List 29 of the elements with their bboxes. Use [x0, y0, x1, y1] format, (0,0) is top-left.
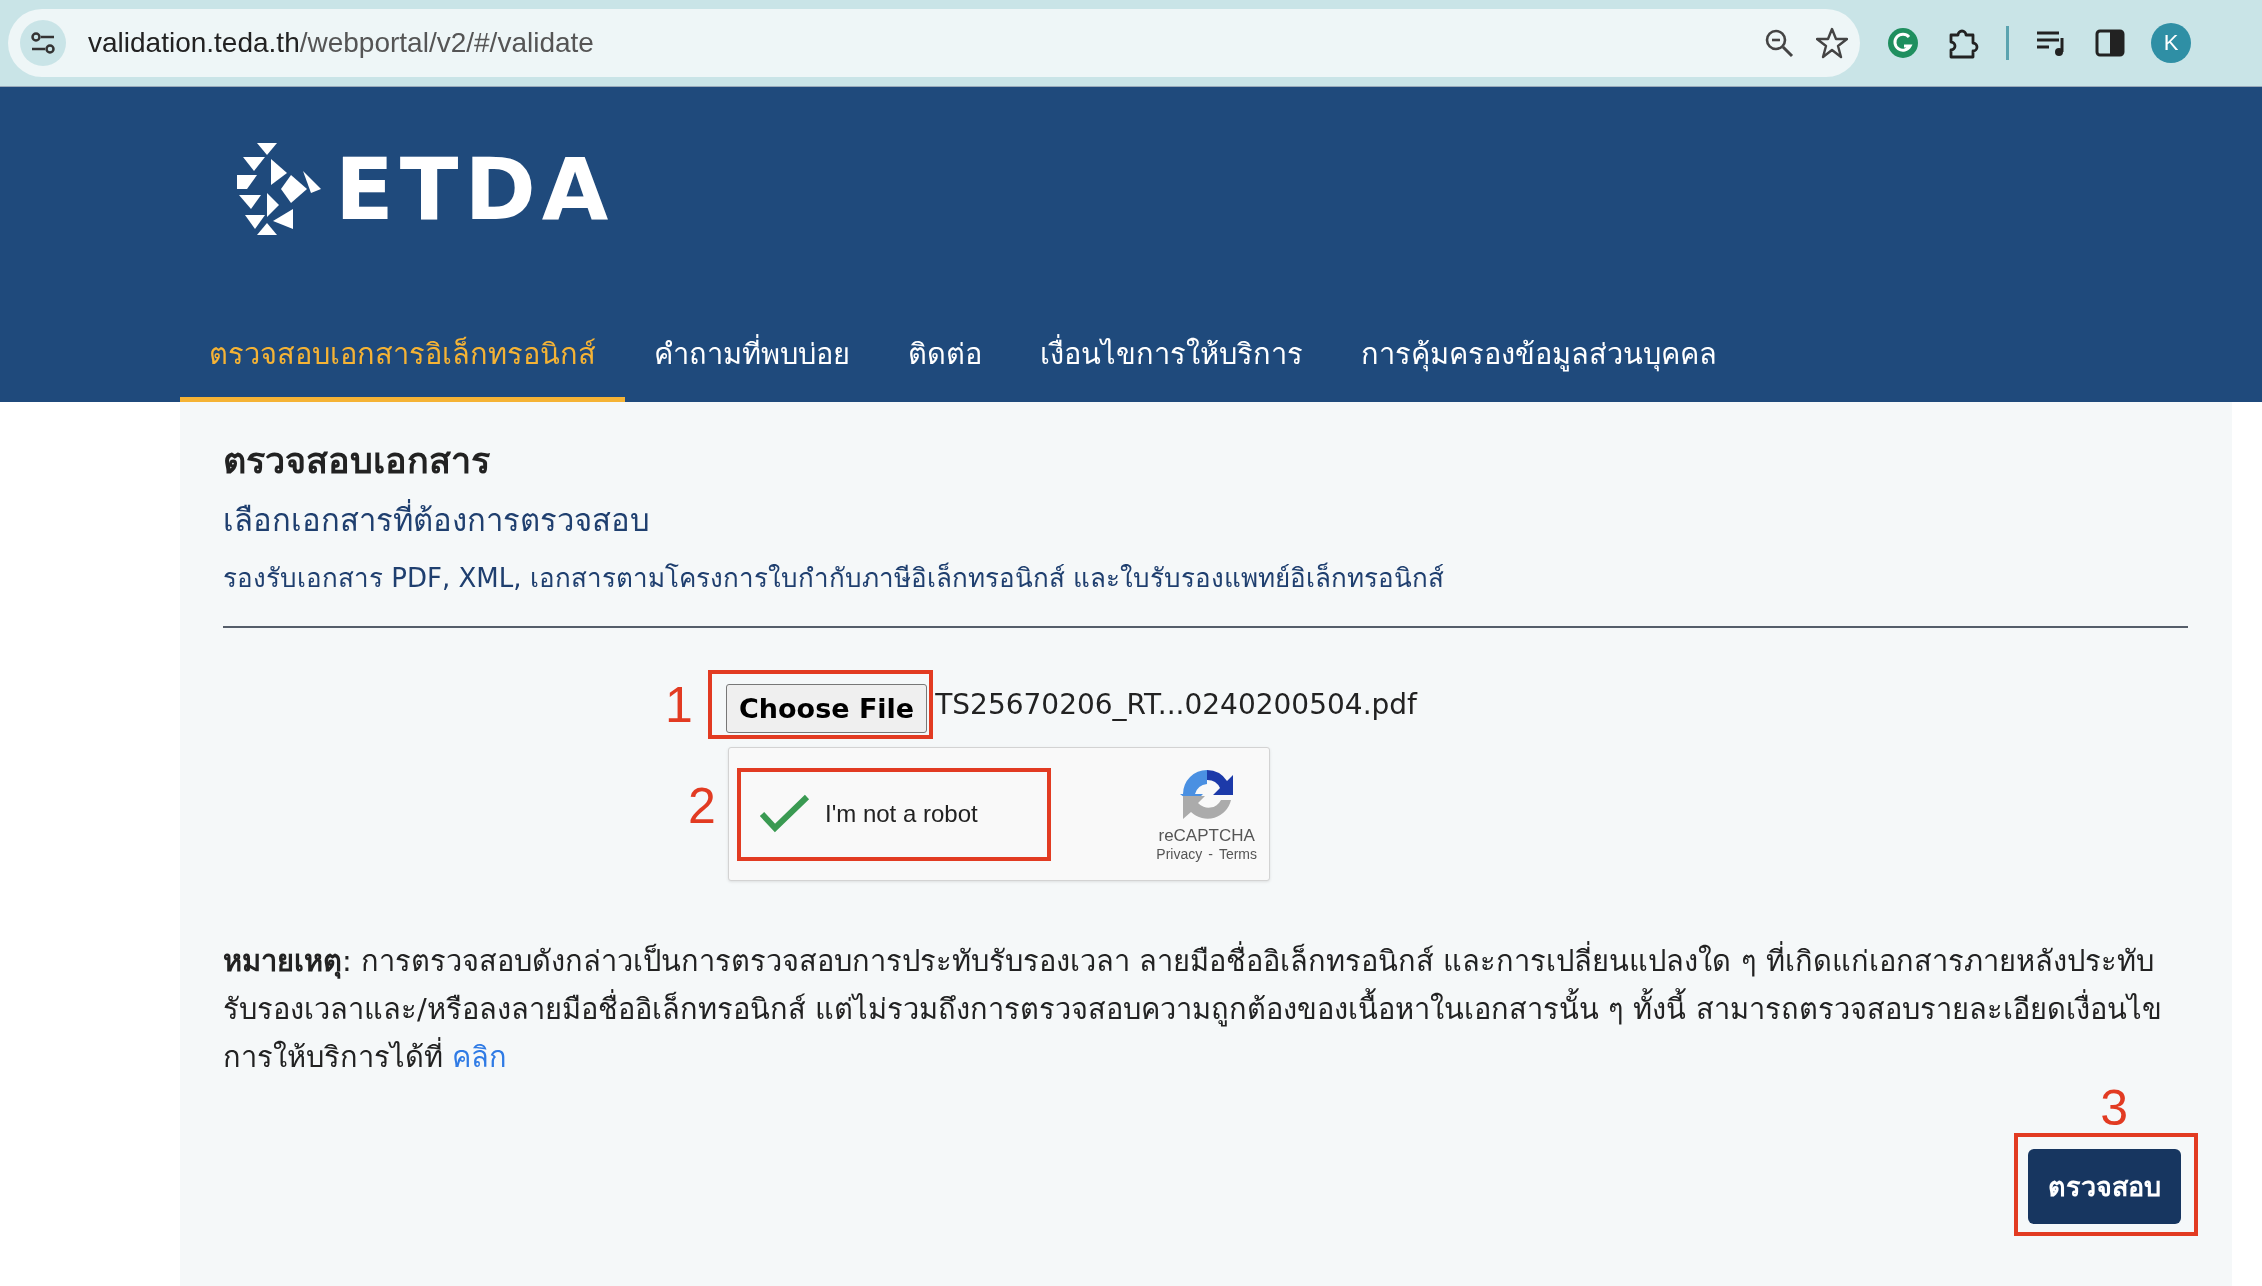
click-link[interactable]: คลิก: [452, 1040, 508, 1074]
nav-tab[interactable]: คำถามที่พบบ่อย: [625, 311, 879, 402]
choose-file-button[interactable]: Choose File: [726, 684, 928, 733]
logo-icon: [237, 143, 321, 235]
privacy-link[interactable]: Privacy: [1156, 846, 1203, 862]
note-paragraph: หมายเหตุ: การตรวจสอบดังกล่าวเป็นการตรวจสอบการประทับรับรองเวลา ลายมือชื่ออิเล็กทรอนิกส์ และการเปลี่ยนแปลงใด ๆ ที่เกิดแก่เอกสารภายหลังประทับรับรองเวลาและ/หรือลงลายมือชื่ออิเล็กทรอนิกส์ แต่ไม่รวมถึงการตรวจสอบความถูกต้องของเนื้อหาในเอกสารนั้น ๆ ทั้งนี้ สามารถตรวจสอบรายละเอียดเงื่อนไขการให้บริการได้ที่ คลิก: [223, 937, 2188, 1081]
nav-tab[interactable]: ติดต่อ: [879, 311, 1011, 402]
recaptcha-brand: reCAPTCHA: [1158, 826, 1255, 846]
site-settings-icon[interactable]: [20, 20, 66, 66]
captcha-checkbox[interactable]: [759, 794, 811, 834]
file-name: TS25670206_RT...0240200504.pdf: [935, 688, 1417, 721]
supported-formats-text: รองรับเอกสาร PDF, XML, เอกสารตามโครงการใบกำกับภาษีอิเล็กทรอนิกส์ และใบรับรองแพทย์อิเล็กทรอนิกส์: [223, 561, 1445, 595]
zoom-icon[interactable]: [1764, 28, 1794, 58]
side-panel-icon[interactable]: [2095, 28, 2125, 58]
profile-avatar[interactable]: K: [2151, 23, 2191, 63]
page-title: ตรวจสอบเอกสาร: [223, 439, 491, 483]
nav-tab[interactable]: เงื่อนไขการให้บริการ: [1011, 311, 1332, 402]
star-icon[interactable]: [1816, 27, 1848, 59]
step-number: 1: [665, 675, 694, 734]
captcha-label: I'm not a robot: [825, 800, 978, 828]
terms-link[interactable]: Terms: [1218, 846, 1257, 862]
extension-logo-icon[interactable]: [1886, 26, 1920, 60]
step-number: 3: [2100, 1083, 2128, 1133]
step-number: 2: [688, 777, 716, 835]
nav-tab[interactable]: การคุ้มครองข้อมูลส่วนบุคคล: [1332, 311, 1746, 402]
separator-text: -: [1208, 846, 1213, 862]
verify-button[interactable]: ตรวจสอบ: [2028, 1149, 2181, 1224]
logo-text: ETDA: [335, 146, 615, 232]
page-subtitle: เลือกเอกสารที่ต้องการตรวจสอบ: [223, 495, 2188, 545]
